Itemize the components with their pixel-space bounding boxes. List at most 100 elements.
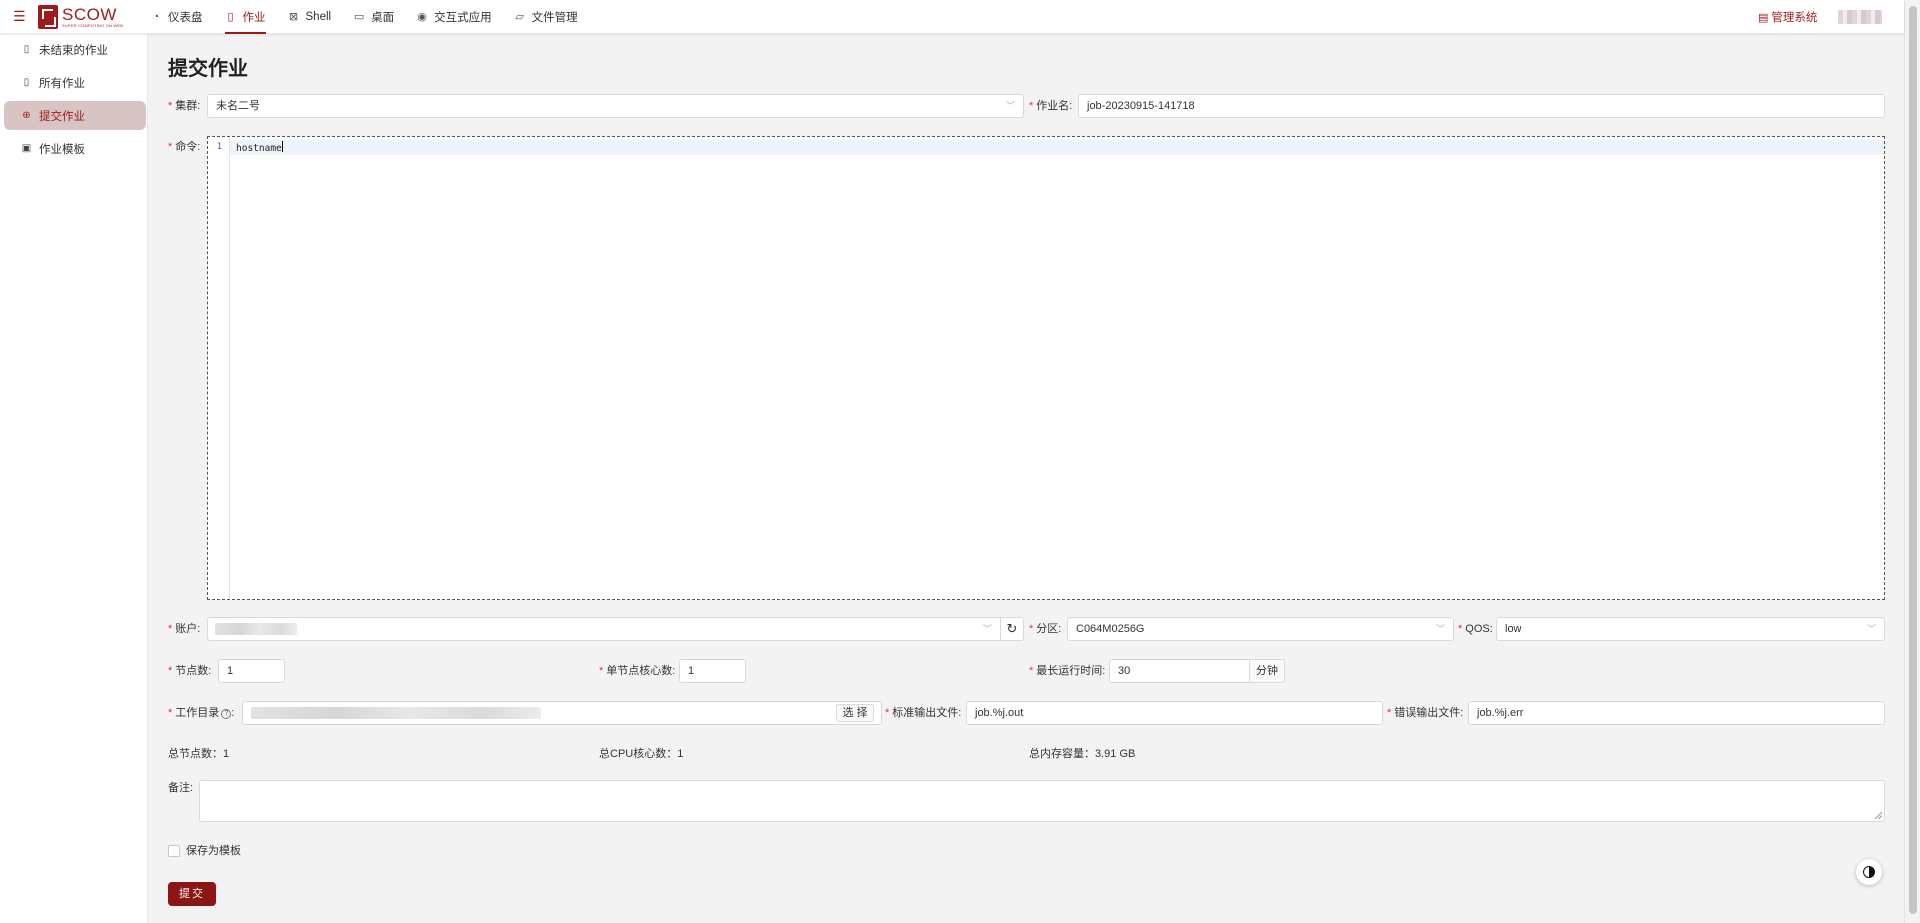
top-header: ☰ SCOW SUPER COMPUTING ON WEB ◔ 仪表盘 ▯ 作业… bbox=[0, 0, 1904, 34]
max-time-value: 30 bbox=[1118, 665, 1131, 677]
sidebar-item-all-jobs[interactable]: ▯ 所有作业 bbox=[4, 68, 146, 97]
stdout-value: job.%j.out bbox=[975, 707, 1024, 719]
job-name-value: job-20230915-141718 bbox=[1087, 100, 1195, 112]
save-template-label[interactable]: 保存为模板 bbox=[186, 840, 241, 862]
remark-textarea[interactable] bbox=[199, 780, 1885, 822]
job-name-input[interactable]: job-20230915-141718 bbox=[1078, 94, 1885, 118]
menu-fold-icon[interactable]: ☰ bbox=[13, 9, 27, 23]
remark-label: 备注: bbox=[168, 782, 194, 794]
theme-toggle-button[interactable] bbox=[1856, 859, 1882, 885]
total-memory: 总内存容量：3.91 GB bbox=[1029, 748, 1136, 760]
sidebar-item-label: 未结束的作业 bbox=[39, 44, 108, 57]
nav-item-file-manager[interactable]: ▱ 文件管理 bbox=[514, 0, 578, 34]
nav-label: 文件管理 bbox=[531, 12, 578, 24]
refresh-icon: ↻ bbox=[1006, 621, 1018, 636]
sidebar-item-label: 作业模板 bbox=[39, 143, 85, 156]
nav-label: 交互式应用 bbox=[434, 12, 492, 24]
editor-code[interactable]: hostname bbox=[236, 141, 283, 154]
desktop-icon: ▭ bbox=[353, 11, 365, 23]
partition-select[interactable]: C064M0256G ﹀ bbox=[1067, 617, 1454, 641]
nav-item-jobs[interactable]: ▯ 作业 bbox=[224, 0, 266, 34]
nodes-value: 1 bbox=[227, 665, 234, 677]
admin-icon: ▤ bbox=[1758, 11, 1769, 24]
account-value-redacted bbox=[215, 623, 297, 635]
stderr-input[interactable]: job.%j.err bbox=[1468, 701, 1885, 725]
folder-icon: ▱ bbox=[515, 11, 524, 23]
cluster-label: * 集群: bbox=[168, 100, 201, 112]
nav-item-dashboard[interactable]: ◔ 仪表盘 bbox=[150, 0, 203, 34]
logo-mark bbox=[38, 5, 58, 29]
command-editor[interactable]: 1 hostname bbox=[207, 136, 1885, 600]
nav-item-desktop[interactable]: ▭ 桌面 bbox=[353, 0, 394, 34]
account-label: * 账户: bbox=[168, 623, 201, 635]
save-icon: ▣ bbox=[21, 143, 32, 154]
line-number: 1 bbox=[216, 142, 222, 152]
sidebar-item-label: 提交作业 bbox=[39, 110, 85, 123]
page-scrollbar[interactable] bbox=[1904, 0, 1920, 923]
contrast-icon bbox=[1863, 866, 1875, 878]
cluster-value: 未名二号 bbox=[216, 100, 260, 112]
nav-item-shell[interactable]: ⊠ Shell bbox=[288, 0, 331, 34]
account-select[interactable]: ﹀ bbox=[207, 617, 1001, 641]
refresh-accounts-button[interactable]: ↻ bbox=[1000, 617, 1024, 641]
cluster-select[interactable]: 未名二号 ﹀ bbox=[207, 94, 1024, 118]
stderr-label: * 错误输出文件: bbox=[1387, 707, 1464, 719]
max-time-unit: 分钟 bbox=[1249, 659, 1285, 683]
current-line-highlight bbox=[230, 140, 1884, 155]
file-icon: ▯ bbox=[227, 11, 234, 23]
stdout-input[interactable]: job.%j.out bbox=[966, 701, 1383, 725]
submit-button[interactable]: 提交 bbox=[168, 882, 216, 906]
admin-system-link[interactable]: ▤ 管理系统 bbox=[1758, 0, 1817, 34]
qos-value: low bbox=[1505, 623, 1522, 635]
cores-per-node-input[interactable]: 1 bbox=[679, 659, 746, 683]
sidebar-item-unfinished-jobs[interactable]: ▯ 未结束的作业 bbox=[4, 35, 146, 64]
eye-icon: ◉ bbox=[417, 11, 427, 23]
stderr-value: job.%j.err bbox=[1477, 707, 1524, 719]
max-time-input[interactable]: 30 bbox=[1109, 659, 1250, 683]
terminal-icon: ⊠ bbox=[288, 11, 299, 23]
scrollbar-thumb[interactable] bbox=[1909, 6, 1917, 914]
work-dir-label: * 工作目录?: bbox=[168, 707, 235, 719]
nodes-input[interactable]: 1 bbox=[218, 659, 285, 683]
nav-label: 桌面 bbox=[371, 12, 395, 24]
total-nodes: 总节点数：1 bbox=[168, 748, 230, 760]
dashboard-icon: ◔ bbox=[152, 11, 160, 23]
sidebar: ▯ 未结束的作业 ▯ 所有作业 ⊕ 提交作业 ▣ 作业模板 bbox=[0, 34, 148, 923]
cores-per-node-label: * 单节点核心数: bbox=[599, 665, 676, 677]
logo-title: SCOW bbox=[62, 4, 117, 24]
work-dir-input[interactable] bbox=[242, 701, 882, 725]
chevron-down-icon: ﹀ bbox=[1005, 101, 1015, 111]
code-line: hostname bbox=[236, 143, 282, 154]
select-dir-button[interactable]: 选 择 bbox=[836, 704, 874, 722]
chevron-down-icon: ﹀ bbox=[1435, 624, 1445, 634]
qos-select[interactable]: low ﹀ bbox=[1496, 617, 1885, 641]
sidebar-item-label: 所有作业 bbox=[39, 77, 85, 90]
nav-label: 作业 bbox=[242, 12, 266, 24]
save-template-checkbox[interactable] bbox=[168, 845, 180, 857]
editor-gutter: 1 bbox=[208, 137, 230, 599]
max-time-label: * 最长运行时间: bbox=[1029, 665, 1106, 677]
plus-circle-icon: ⊕ bbox=[22, 110, 31, 121]
chevron-down-icon: ﹀ bbox=[982, 624, 992, 634]
job-name-label: * 作业名: bbox=[1029, 100, 1073, 112]
partition-value: C064M0256G bbox=[1076, 623, 1145, 635]
command-label: * 命令: bbox=[168, 141, 201, 153]
text-caret bbox=[281, 141, 283, 152]
chevron-down-icon: ﹀ bbox=[1866, 624, 1876, 634]
nodes-label: * 节点数: bbox=[168, 665, 212, 677]
sidebar-item-job-templates[interactable]: ▣ 作业模板 bbox=[4, 134, 146, 163]
sidebar-item-submit-job[interactable]: ⊕ 提交作业 bbox=[4, 101, 146, 130]
qos-label: * QOS: bbox=[1458, 623, 1493, 635]
nav-item-interactive-apps[interactable]: ◉ 交互式应用 bbox=[416, 0, 492, 34]
nav-label: 仪表盘 bbox=[168, 12, 203, 24]
question-circle-icon[interactable]: ? bbox=[221, 709, 232, 719]
total-cpu-cores: 总CPU核心数：1 bbox=[599, 748, 684, 760]
logo-subtitle: SUPER COMPUTING ON WEB bbox=[62, 22, 124, 28]
page-title: 提交作业 bbox=[168, 58, 248, 80]
admin-label: 管理系统 bbox=[1771, 12, 1818, 24]
resize-handle[interactable] bbox=[1875, 812, 1882, 819]
partition-label: * 分区: bbox=[1029, 623, 1062, 635]
stdout-label: * 标准输出文件: bbox=[885, 707, 962, 719]
user-avatar[interactable] bbox=[1838, 10, 1882, 24]
logo[interactable]: SCOW SUPER COMPUTING ON WEB bbox=[38, 3, 123, 31]
